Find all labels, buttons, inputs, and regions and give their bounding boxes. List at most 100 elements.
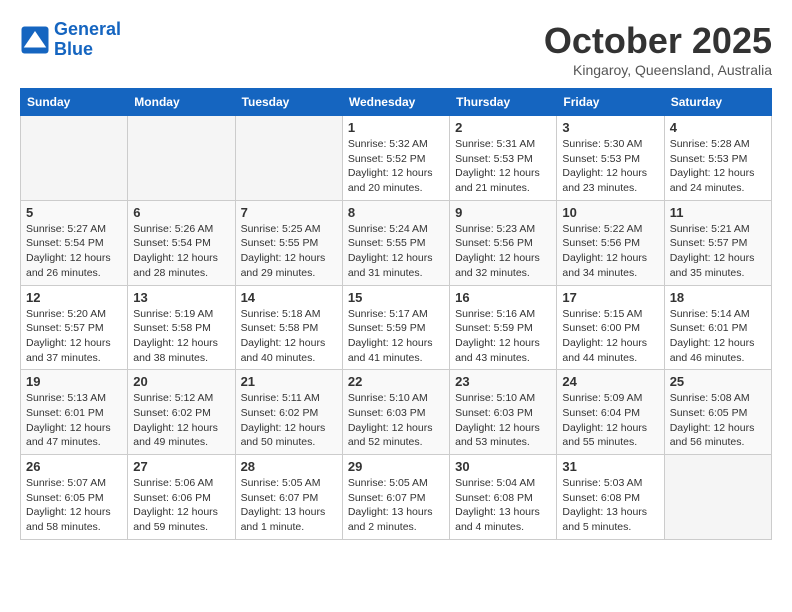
day-info: Sunrise: 5:16 AM Sunset: 5:59 PM Dayligh… <box>455 307 551 366</box>
day-number: 29 <box>348 459 444 474</box>
calendar-cell <box>21 116 128 201</box>
calendar-week-row: 5 Sunrise: 5:27 AM Sunset: 5:54 PM Daylig… <box>21 200 772 285</box>
calendar-week-row: 1Sunrise: 5:32 AM Sunset: 5:52 PM Daylig… <box>21 116 772 201</box>
day-info: Sunrise: 5:15 AM Sunset: 6:00 PM Dayligh… <box>562 307 658 366</box>
calendar-cell: 20Sunrise: 5:12 AM Sunset: 6:02 PM Dayli… <box>128 370 235 455</box>
weekday-header: Friday <box>557 89 664 116</box>
day-number: 13 <box>133 290 229 305</box>
calendar-cell: 8Sunrise: 5:24 AM Sunset: 5:55 PM Daylig… <box>342 200 449 285</box>
day-info: Sunrise: 5:23 AM Sunset: 5:56 PM Dayligh… <box>455 222 551 281</box>
page-header: General Blue October 2025 Kingaroy, Quee… <box>20 20 772 78</box>
calendar-cell: 2 Sunrise: 5:31 AM Sunset: 5:53 PM Daylig… <box>450 116 557 201</box>
calendar-cell: 7Sunrise: 5:25 AM Sunset: 5:55 PM Daylig… <box>235 200 342 285</box>
logo: General Blue <box>20 20 121 60</box>
calendar-cell: 12Sunrise: 5:20 AM Sunset: 5:57 PM Dayli… <box>21 285 128 370</box>
day-number: 4 <box>670 120 766 135</box>
month-title: October 2025 <box>544 20 772 62</box>
day-info: Sunrise: 5:10 AM Sunset: 6:03 PM Dayligh… <box>348 391 444 450</box>
day-info: Sunrise: 5:13 AM Sunset: 6:01 PM Dayligh… <box>26 391 122 450</box>
day-info: Sunrise: 5:18 AM Sunset: 5:58 PM Dayligh… <box>241 307 337 366</box>
day-number: 5 <box>26 205 122 220</box>
calendar-cell: 28 Sunrise: 5:05 AM Sunset: 6:07 PM Dayli… <box>235 455 342 540</box>
day-info: Sunrise: 5:22 AM Sunset: 5:56 PM Dayligh… <box>562 222 658 281</box>
calendar-cell: 15 Sunrise: 5:17 AM Sunset: 5:59 PM Dayli… <box>342 285 449 370</box>
day-info: Sunrise: 5:10 AM Sunset: 6:03 PM Dayligh… <box>455 391 551 450</box>
day-number: 19 <box>26 374 122 389</box>
calendar-cell: 11 Sunrise: 5:21 AM Sunset: 5:57 PM Dayli… <box>664 200 771 285</box>
weekday-header: Thursday <box>450 89 557 116</box>
day-info: Sunrise: 5:08 AM Sunset: 6:05 PM Dayligh… <box>670 391 766 450</box>
calendar-cell <box>664 455 771 540</box>
calendar-week-row: 19 Sunrise: 5:13 AM Sunset: 6:01 PM Dayli… <box>21 370 772 455</box>
calendar-cell: 22 Sunrise: 5:10 AM Sunset: 6:03 PM Dayli… <box>342 370 449 455</box>
logo-line2: Blue <box>54 40 121 60</box>
day-number: 22 <box>348 374 444 389</box>
location: Kingaroy, Queensland, Australia <box>544 62 772 78</box>
day-info: Sunrise: 5:03 AM Sunset: 6:08 PM Dayligh… <box>562 476 658 535</box>
calendar-cell: 31 Sunrise: 5:03 AM Sunset: 6:08 PM Dayli… <box>557 455 664 540</box>
calendar-week-row: 26 Sunrise: 5:07 AM Sunset: 6:05 PM Dayli… <box>21 455 772 540</box>
day-number: 25 <box>670 374 766 389</box>
weekday-header: Saturday <box>664 89 771 116</box>
calendar-cell <box>128 116 235 201</box>
day-number: 18 <box>670 290 766 305</box>
logo-icon <box>20 25 50 55</box>
calendar-week-row: 12Sunrise: 5:20 AM Sunset: 5:57 PM Dayli… <box>21 285 772 370</box>
weekday-header: Monday <box>128 89 235 116</box>
day-info: Sunrise: 5:05 AM Sunset: 6:07 PM Dayligh… <box>348 476 444 535</box>
day-number: 10 <box>562 205 658 220</box>
calendar-cell: 19 Sunrise: 5:13 AM Sunset: 6:01 PM Dayli… <box>21 370 128 455</box>
calendar-cell: 16Sunrise: 5:16 AM Sunset: 5:59 PM Dayli… <box>450 285 557 370</box>
day-number: 20 <box>133 374 229 389</box>
day-info: Sunrise: 5:07 AM Sunset: 6:05 PM Dayligh… <box>26 476 122 535</box>
calendar-cell: 4Sunrise: 5:28 AM Sunset: 5:53 PM Daylig… <box>664 116 771 201</box>
day-number: 23 <box>455 374 551 389</box>
day-number: 31 <box>562 459 658 474</box>
calendar-cell: 30Sunrise: 5:04 AM Sunset: 6:08 PM Dayli… <box>450 455 557 540</box>
weekday-header: Tuesday <box>235 89 342 116</box>
day-info: Sunrise: 5:21 AM Sunset: 5:57 PM Dayligh… <box>670 222 766 281</box>
calendar-cell: 26 Sunrise: 5:07 AM Sunset: 6:05 PM Dayli… <box>21 455 128 540</box>
logo-line1: General <box>54 20 121 40</box>
title-block: October 2025 Kingaroy, Queensland, Austr… <box>544 20 772 78</box>
calendar-cell: 9 Sunrise: 5:23 AM Sunset: 5:56 PM Daylig… <box>450 200 557 285</box>
day-number: 3 <box>562 120 658 135</box>
day-info: Sunrise: 5:32 AM Sunset: 5:52 PM Dayligh… <box>348 137 444 196</box>
day-number: 8 <box>348 205 444 220</box>
calendar-cell: 18 Sunrise: 5:14 AM Sunset: 6:01 PM Dayli… <box>664 285 771 370</box>
day-number: 24 <box>562 374 658 389</box>
day-info: Sunrise: 5:27 AM Sunset: 5:54 PM Dayligh… <box>26 222 122 281</box>
day-number: 2 <box>455 120 551 135</box>
day-number: 30 <box>455 459 551 474</box>
calendar-cell: 10 Sunrise: 5:22 AM Sunset: 5:56 PM Dayli… <box>557 200 664 285</box>
day-info: Sunrise: 5:31 AM Sunset: 5:53 PM Dayligh… <box>455 137 551 196</box>
calendar-cell: 5 Sunrise: 5:27 AM Sunset: 5:54 PM Daylig… <box>21 200 128 285</box>
day-info: Sunrise: 5:26 AM Sunset: 5:54 PM Dayligh… <box>133 222 229 281</box>
calendar-cell: 29 Sunrise: 5:05 AM Sunset: 6:07 PM Dayli… <box>342 455 449 540</box>
day-number: 12 <box>26 290 122 305</box>
day-info: Sunrise: 5:25 AM Sunset: 5:55 PM Dayligh… <box>241 222 337 281</box>
day-info: Sunrise: 5:09 AM Sunset: 6:04 PM Dayligh… <box>562 391 658 450</box>
day-info: Sunrise: 5:17 AM Sunset: 5:59 PM Dayligh… <box>348 307 444 366</box>
calendar-cell: 3 Sunrise: 5:30 AM Sunset: 5:53 PM Daylig… <box>557 116 664 201</box>
calendar-cell: 1Sunrise: 5:32 AM Sunset: 5:52 PM Daylig… <box>342 116 449 201</box>
calendar-cell: 6Sunrise: 5:26 AM Sunset: 5:54 PM Daylig… <box>128 200 235 285</box>
day-info: Sunrise: 5:05 AM Sunset: 6:07 PM Dayligh… <box>241 476 337 535</box>
calendar-cell: 14 Sunrise: 5:18 AM Sunset: 5:58 PM Dayli… <box>235 285 342 370</box>
weekday-header: Sunday <box>21 89 128 116</box>
calendar-cell: 25 Sunrise: 5:08 AM Sunset: 6:05 PM Dayli… <box>664 370 771 455</box>
calendar-cell: 21Sunrise: 5:11 AM Sunset: 6:02 PM Dayli… <box>235 370 342 455</box>
day-number: 11 <box>670 205 766 220</box>
calendar-cell: 27Sunrise: 5:06 AM Sunset: 6:06 PM Dayli… <box>128 455 235 540</box>
day-number: 27 <box>133 459 229 474</box>
day-info: Sunrise: 5:14 AM Sunset: 6:01 PM Dayligh… <box>670 307 766 366</box>
calendar-cell: 23 Sunrise: 5:10 AM Sunset: 6:03 PM Dayli… <box>450 370 557 455</box>
calendar-cell: 17Sunrise: 5:15 AM Sunset: 6:00 PM Dayli… <box>557 285 664 370</box>
day-info: Sunrise: 5:30 AM Sunset: 5:53 PM Dayligh… <box>562 137 658 196</box>
day-number: 28 <box>241 459 337 474</box>
day-number: 26 <box>26 459 122 474</box>
day-number: 9 <box>455 205 551 220</box>
calendar-cell: 13Sunrise: 5:19 AM Sunset: 5:58 PM Dayli… <box>128 285 235 370</box>
day-number: 15 <box>348 290 444 305</box>
day-number: 14 <box>241 290 337 305</box>
